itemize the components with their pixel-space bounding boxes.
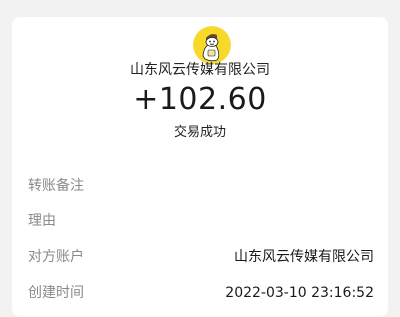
detail-row-reason: 理由 bbox=[28, 210, 374, 232]
detail-label-counterparty: 对方账户 bbox=[28, 249, 84, 265]
detail-label-created-time: 创建时间 bbox=[28, 285, 84, 301]
detail-row-counterparty[interactable]: 对方账户 山东风云传媒有限公司 bbox=[28, 246, 374, 268]
merchant-name: 山东风云传媒有限公司 bbox=[130, 62, 270, 78]
transaction-amount: +102.60 bbox=[133, 82, 267, 117]
detail-row-remark: 转账备注 bbox=[28, 175, 374, 197]
transaction-status: 交易成功 bbox=[173, 125, 226, 140]
duck-character-icon bbox=[193, 26, 231, 64]
detail-row-created-time: 创建时间 2022-03-10 23:16:52 bbox=[28, 282, 374, 304]
detail-label-remark: 转账备注 bbox=[28, 178, 84, 194]
merchant-avatar bbox=[193, 26, 231, 64]
detail-value-created-time: 2022-03-10 23:16:52 bbox=[225, 285, 374, 301]
detail-value-counterparty[interactable]: 山东风云传媒有限公司 bbox=[234, 246, 374, 268]
detail-label-reason: 理由 bbox=[28, 213, 56, 229]
